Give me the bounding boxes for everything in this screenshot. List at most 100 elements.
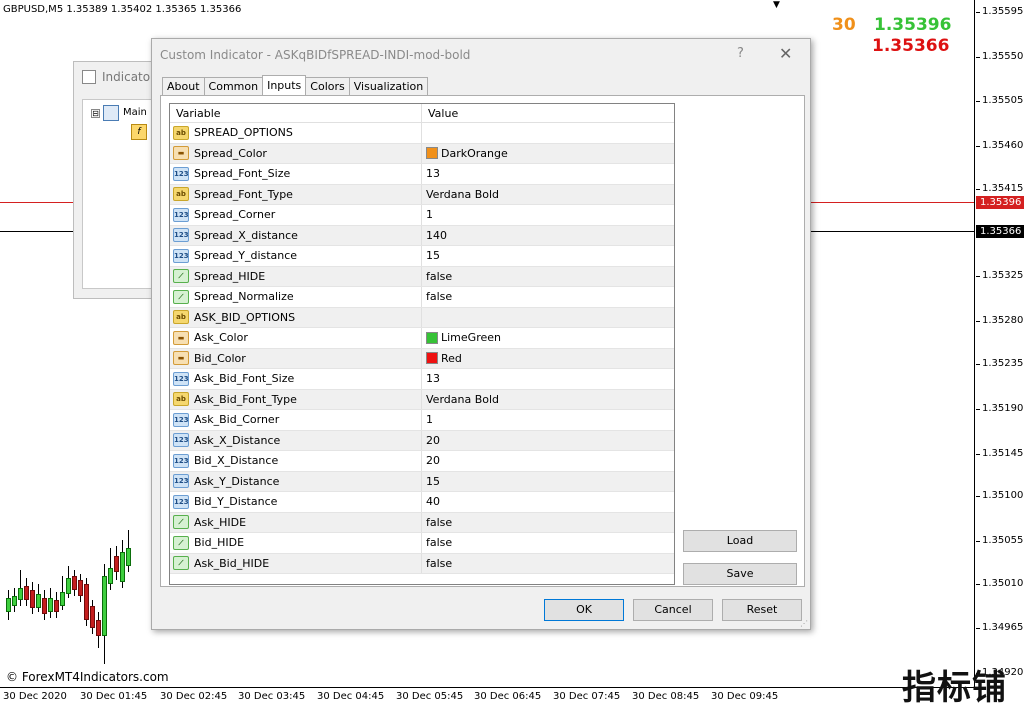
- input-row[interactable]: ⟋ Ask_HIDE false: [170, 512, 674, 533]
- input-row[interactable]: 123 Ask_X_Distance 20: [170, 430, 674, 451]
- variable-cell: ⟋ Spread_Normalize: [170, 287, 422, 307]
- tree-item-main[interactable]: Main: [123, 107, 147, 118]
- value-cell[interactable]: 20: [422, 451, 674, 471]
- price-tick: [976, 321, 980, 322]
- input-row[interactable]: ab SPREAD_OPTIONS: [170, 123, 674, 144]
- variable-cell: ▬ Bid_Color: [170, 348, 422, 368]
- value-cell[interactable]: Verdana Bold: [422, 185, 674, 205]
- value-cell[interactable]: 140: [422, 226, 674, 246]
- column-header-value[interactable]: Value: [422, 104, 674, 122]
- input-row[interactable]: ⟋ Ask_Bid_HIDE false: [170, 553, 674, 574]
- indicators-tree[interactable]: ⊟ Main f: [82, 99, 162, 289]
- variable-name: Ask_Bid_HIDE: [194, 556, 270, 570]
- chart-scroll-arrow-icon[interactable]: ▼: [773, 0, 780, 10]
- variable-name: Spread_X_distance: [194, 228, 298, 242]
- candle-body: [48, 598, 53, 612]
- input-row[interactable]: ▬ Spread_Color DarkOrange: [170, 143, 674, 164]
- value-cell[interactable]: 13: [422, 369, 674, 389]
- variable-name: Ask_Bid_Font_Type: [194, 392, 297, 406]
- reset-button[interactable]: Reset: [722, 599, 802, 621]
- input-row[interactable]: 123 Ask_Y_Distance 15: [170, 471, 674, 492]
- candle-body: [24, 586, 29, 600]
- tree-collapse-icon[interactable]: ⊟: [91, 109, 100, 118]
- value-cell[interactable]: 20: [422, 431, 674, 451]
- value-cell[interactable]: Red: [422, 349, 674, 369]
- tab-colors[interactable]: Colors: [305, 77, 350, 96]
- value-cell[interactable]: 13: [422, 164, 674, 184]
- custom-indicator-dialog[interactable]: Custom Indicator - ASKqBIDfSPREAD-INDI-m…: [151, 38, 811, 630]
- candle-body: [18, 588, 23, 600]
- value-cell[interactable]: DarkOrange: [422, 144, 674, 164]
- input-row[interactable]: ⟋ Spread_Normalize false: [170, 287, 674, 308]
- input-row[interactable]: 123 Spread_Y_distance 15: [170, 246, 674, 267]
- value-cell[interactable]: Verdana Bold: [422, 390, 674, 410]
- input-row[interactable]: ab Ask_Bid_Font_Type Verdana Bold: [170, 389, 674, 410]
- input-row[interactable]: ⟋ Spread_HIDE false: [170, 266, 674, 287]
- value-cell[interactable]: false: [422, 533, 674, 553]
- candle-body: [96, 620, 101, 636]
- value-cell[interactable]: false: [422, 554, 674, 574]
- integer-type-icon: 123: [173, 166, 189, 181]
- value-cell[interactable]: 1: [422, 205, 674, 225]
- save-button[interactable]: Save: [683, 563, 797, 585]
- chart-header: GBPUSD,M5 1.35389 1.35402 1.35365 1.3536…: [3, 4, 242, 15]
- integer-type-icon: 123: [173, 371, 189, 386]
- value-cell[interactable]: LimeGreen: [422, 328, 674, 348]
- input-row[interactable]: 123 Bid_X_Distance 20: [170, 451, 674, 472]
- input-row[interactable]: ab Spread_Font_Type Verdana Bold: [170, 184, 674, 205]
- variable-cell: 123 Ask_X_Distance: [170, 430, 422, 450]
- value-cell[interactable]: 40: [422, 492, 674, 512]
- inputs-grid[interactable]: Variable Value ab SPREAD_OPTIONS ▬ Spread_C…: [169, 103, 675, 585]
- input-row[interactable]: 123 Spread_X_distance 140: [170, 225, 674, 246]
- value-cell[interactable]: 15: [422, 246, 674, 266]
- variable-name: Ask_Bid_Font_Size: [194, 372, 295, 386]
- tab-common[interactable]: Common: [203, 77, 264, 96]
- help-button[interactable]: ?: [737, 46, 744, 61]
- value-cell[interactable]: 15: [422, 472, 674, 492]
- time-axis[interactable]: 30 Dec 2020 30 Dec 01:45 30 Dec 02:45 30 De…: [0, 689, 975, 706]
- value-text: Verdana Bold: [426, 187, 500, 201]
- resize-grip-icon[interactable]: ⋰: [800, 619, 809, 628]
- price-tick: [976, 541, 980, 542]
- tab-about[interactable]: About: [162, 77, 205, 96]
- value-cell[interactable]: [422, 123, 674, 143]
- column-header-variable[interactable]: Variable: [170, 104, 422, 122]
- price-label: 1.34965: [982, 622, 1024, 633]
- input-row[interactable]: 123 Spread_Font_Size 13: [170, 164, 674, 185]
- boolean-type-icon: ⟋: [173, 556, 189, 571]
- color-swatch[interactable]: [426, 352, 438, 365]
- variable-cell: 123 Bid_Y_Distance: [170, 492, 422, 512]
- input-row[interactable]: 123 Spread_Corner 1: [170, 205, 674, 226]
- value-text: DarkOrange: [441, 146, 508, 160]
- cancel-button[interactable]: Cancel: [633, 599, 713, 621]
- variable-name: Ask_X_Distance: [194, 433, 281, 447]
- integer-type-icon: 123: [173, 474, 189, 489]
- variable-name: Spread_Corner: [194, 208, 276, 222]
- bid-price-badge: 1.35366: [976, 225, 1024, 238]
- input-row[interactable]: 123 Ask_Bid_Font_Size 13: [170, 369, 674, 390]
- color-swatch[interactable]: [426, 147, 438, 160]
- custom-indicator-icon[interactable]: f: [131, 124, 147, 140]
- price-axis[interactable]: 1.35396 1.35366 1.35595 1.35550 1.35505 1.3…: [976, 0, 1024, 690]
- value-cell[interactable]: 1: [422, 410, 674, 430]
- variable-name: Spread_Font_Size: [194, 167, 291, 181]
- variable-name: Ask_Y_Distance: [194, 474, 280, 488]
- input-row[interactable]: 123 Bid_Y_Distance 40: [170, 492, 674, 513]
- value-cell[interactable]: false: [422, 267, 674, 287]
- value-cell[interactable]: false: [422, 513, 674, 533]
- indicators-window[interactable]: Indicato ⊟ Main f: [73, 61, 162, 299]
- close-icon[interactable]: ✕: [779, 44, 792, 63]
- value-cell[interactable]: false: [422, 287, 674, 307]
- input-row[interactable]: ▬ Bid_Color Red: [170, 348, 674, 369]
- ok-button[interactable]: OK: [544, 599, 624, 621]
- input-row[interactable]: 123 Ask_Bid_Corner 1: [170, 410, 674, 431]
- value-cell[interactable]: [422, 308, 674, 328]
- input-row[interactable]: ▬ Ask_Color LimeGreen: [170, 328, 674, 349]
- input-row[interactable]: ab ASK_BID_OPTIONS: [170, 307, 674, 328]
- load-button[interactable]: Load: [683, 530, 797, 552]
- tab-visualization[interactable]: Visualization: [348, 77, 429, 96]
- tab-inputs[interactable]: Inputs: [262, 75, 307, 96]
- integer-type-icon: 123: [173, 494, 189, 509]
- input-row[interactable]: ⟋ Bid_HIDE false: [170, 533, 674, 554]
- color-swatch[interactable]: [426, 331, 438, 344]
